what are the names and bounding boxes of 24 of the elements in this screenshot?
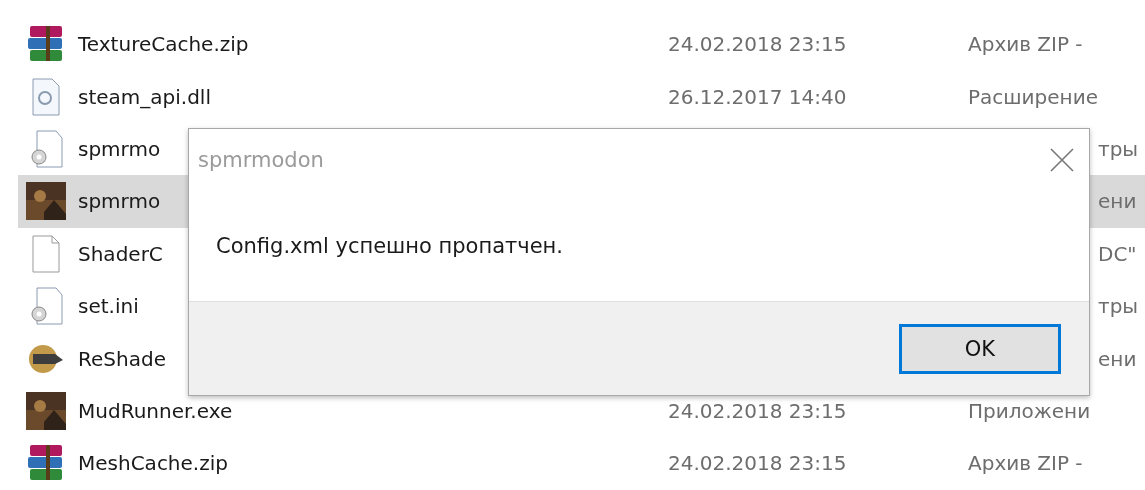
file-type: Приложени	[968, 398, 1091, 423]
dialog-title: spmrmodon	[198, 148, 324, 172]
file-date: 24.02.2018 23:15	[668, 398, 848, 423]
dialog-message: Config.xml успешно пропатчен.	[216, 234, 563, 258]
file-type: Архив ZIP -	[968, 451, 1083, 476]
file-name: ReShade	[78, 346, 166, 371]
file-name: set.ini	[78, 294, 139, 319]
file-type: тры	[1098, 294, 1139, 319]
file-type: ени	[1098, 346, 1137, 371]
file-type: Расширение	[968, 84, 1098, 109]
file-name: spmrmo	[78, 189, 161, 214]
file-name: ShaderC	[78, 241, 163, 266]
file-name: MeshCache.zip	[78, 451, 228, 476]
file-name: steam_api.dll	[78, 84, 211, 109]
file-date: 24.02.2018 23:15	[668, 32, 848, 57]
file-type: ени	[1098, 189, 1137, 214]
file-date: 24.02.2018 23:15	[668, 451, 848, 476]
file-name: spmrmo	[78, 136, 161, 161]
file-name: MudRunner.exe	[78, 398, 233, 423]
file-date: 26.12.2017 14:40	[668, 84, 848, 109]
file-type: тры	[1098, 136, 1139, 161]
file-type: Архив ZIP -	[968, 32, 1083, 57]
file-name: TextureCache.zip	[78, 32, 249, 57]
file-type: DC"	[1098, 241, 1137, 266]
